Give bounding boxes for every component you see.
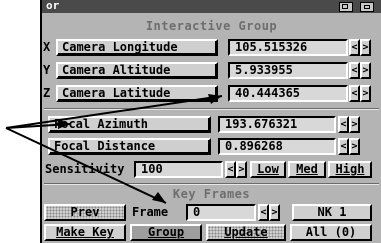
- annotation-arrows: [5, 94, 223, 204]
- arrow-head-frame: [152, 192, 166, 203]
- arrow-head-azimuth: [58, 119, 70, 129]
- arrow-to-latitude-line: [5, 95, 223, 129]
- arrow-to-frame-line: [5, 127, 167, 204]
